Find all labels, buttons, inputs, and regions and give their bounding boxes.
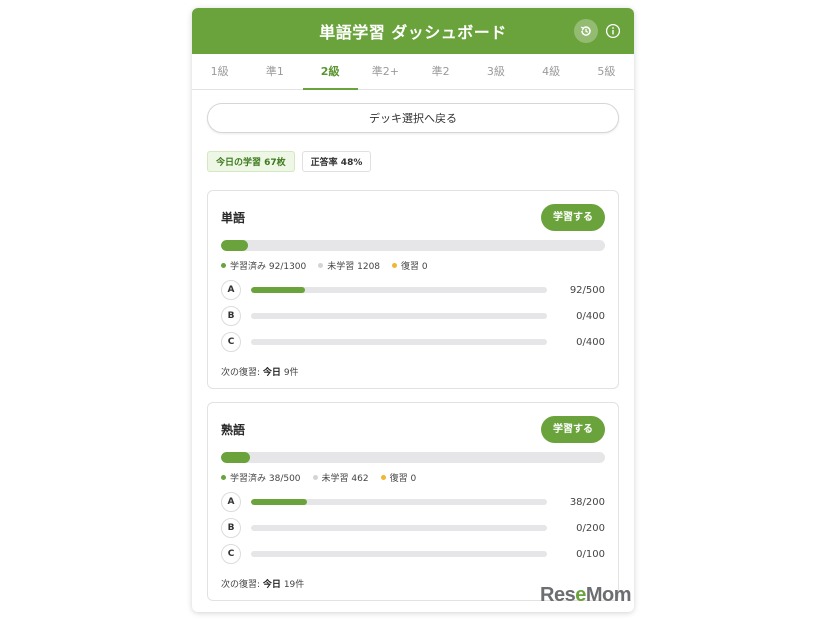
level-count: 0/200 [576,522,605,534]
level-badge: C [221,544,241,564]
history-icon [580,26,591,36]
overall-progress-bar [221,452,605,463]
progress-legend: 学習済み 38/500 未学習 462 復習 0 [221,471,605,484]
history-button[interactable] [574,19,598,43]
grade-tabs: 1級 準1 2級 準2+ 準2 3級 4級 5級 [192,54,634,90]
next-review: 次の復習: 今日 9件 [221,365,605,378]
page-title: 単語学習 ダッシュボード [319,23,507,42]
tab-grade-pre2[interactable]: 準2 [413,54,468,89]
legend-unlearned-text: 未学習 462 [321,474,369,484]
level-progress-bar [251,551,547,557]
next-review-label: 次の復習: [221,368,261,378]
level-row-a: A 38/200 [221,492,605,512]
level-row-c: C 0/400 [221,332,605,352]
legend-review-text: 復習 0 [401,262,428,272]
info-icon [605,23,621,39]
level-progress-bar [251,499,547,505]
next-review-day: 今日 [262,580,281,590]
info-button[interactable] [601,19,625,43]
level-badge: C [221,332,241,352]
next-review-label: 次の復習: [221,580,261,590]
overall-progress-bar [221,240,605,251]
review-dot-icon [392,263,398,268]
next-review-day: 今日 [262,368,281,378]
next-review-count: 19件 [283,580,305,590]
legend-learned-text: 学習済み 92/1300 [230,262,307,272]
watermark-part1: Res [540,584,576,606]
app-header: 単語学習 ダッシュボード [192,8,634,54]
overall-progress-fill [221,452,251,463]
level-progress-bar [251,339,547,345]
next-review-count: 9件 [283,368,299,378]
accuracy-badge: 正答率 48% [301,151,372,172]
legend-review: 復習 0 [392,259,428,272]
progress-legend: 学習済み 92/1300 未学習 1208 復習 0 [221,259,605,272]
level-row-c: C 0/100 [221,544,605,564]
legend-unlearned: 未学習 1208 [318,259,380,272]
dashboard-window: 単語学習 ダッシュボード 1級 準1 2級 準2+ 準2 3級 4級 5級 デッ… [192,8,634,612]
card-title: 単語 [221,210,246,225]
level-count: 0/400 [576,310,605,322]
study-button[interactable]: 学習する [541,203,605,231]
tab-grade-4[interactable]: 4級 [524,54,579,89]
legend-unlearned: 未学習 462 [312,471,369,484]
legend-learned: 学習済み 38/500 [221,471,301,484]
level-badge: A [221,280,241,300]
today-study-badge: 今日の学習 67枚 [207,151,295,172]
level-badge: B [221,518,241,538]
overall-progress-fill [221,240,249,251]
level-row-b: B 0/400 [221,306,605,326]
legend-learned-text: 学習済み 38/500 [230,474,301,484]
review-dot-icon [380,475,386,480]
today-stats: 今日の学習 67枚 正答率 48% [207,151,619,172]
unlearned-dot-icon [312,475,318,480]
level-row-a: A 92/500 [221,280,605,300]
tab-grade-3[interactable]: 3級 [468,54,523,89]
vocab-card: 単語 学習する 学習済み 92/1300 未学習 1208 復習 0 A 92/… [207,190,619,389]
level-count: 0/400 [576,336,605,348]
level-progress-fill [251,499,308,505]
watermark-part3: Mom [585,584,632,606]
legend-review: 復習 0 [380,471,417,484]
level-badge: A [221,492,241,512]
level-progress-fill [251,287,306,293]
learned-dot-icon [221,263,226,268]
tab-grade-pre2plus[interactable]: 準2+ [358,54,413,89]
idiom-card: 熟語 学習する 学習済み 38/500 未学習 462 復習 0 A 38/20… [207,402,619,601]
level-badge: B [221,306,241,326]
unlearned-dot-icon [318,263,324,268]
resemom-watermark: ReseMom [540,584,632,607]
tab-grade-5[interactable]: 5級 [579,54,634,89]
level-count: 38/200 [569,496,605,508]
legend-unlearned-text: 未学習 1208 [327,262,381,272]
study-button[interactable]: 学習する [541,415,605,443]
tab-grade-1[interactable]: 1級 [192,54,247,89]
back-to-deck-button[interactable]: デッキ選択へ戻る [207,103,619,133]
level-progress-bar [251,525,547,531]
level-progress-bar [251,313,547,319]
learned-dot-icon [221,475,226,480]
watermark-part2: e [575,584,586,606]
card-title: 熟語 [221,422,246,437]
level-count: 0/100 [576,548,605,560]
level-row-b: B 0/200 [221,518,605,538]
level-progress-bar [251,287,547,293]
tab-grade-pre1[interactable]: 準1 [247,54,302,89]
legend-review-text: 復習 0 [389,474,417,484]
tab-grade-2[interactable]: 2級 [302,54,359,90]
main-content: デッキ選択へ戻る 今日の学習 67枚 正答率 48% 単語 学習する 学習済み … [192,90,634,601]
legend-learned: 学習済み 92/1300 [221,259,306,272]
level-count: 92/500 [569,284,605,296]
